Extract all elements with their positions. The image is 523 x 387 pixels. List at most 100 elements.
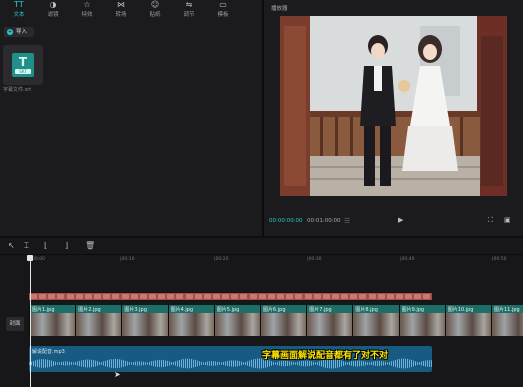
cursor-tool-icon[interactable]: ↖ <box>8 241 15 250</box>
subtitle-clip[interactable] <box>57 294 65 299</box>
subtitle-clip[interactable] <box>185 294 193 299</box>
fit-screen-icon[interactable]: ⛶ <box>488 216 493 225</box>
playhead-handle[interactable] <box>27 255 33 261</box>
subtitle-clip[interactable] <box>386 294 394 299</box>
waveform-bar <box>113 358 114 369</box>
video-track[interactable]: 图片1.jpg 图片2.jpg 图片3.jpg 图片4.jpg 图片5.jpg 图片6.j… <box>29 305 523 336</box>
video-clip[interactable]: 图片5.jpg <box>213 305 262 336</box>
delete-icon[interactable]: 🗑 <box>85 241 95 250</box>
tool-effects[interactable]: ☆ 特效 <box>72 0 102 18</box>
waveform-bar <box>125 360 126 367</box>
subtitle-clip[interactable] <box>158 294 166 299</box>
waveform-bar <box>371 361 372 366</box>
import-button[interactable]: + 导入 <box>4 27 34 37</box>
waveform-bar <box>399 358 400 369</box>
waveform-bar <box>117 358 118 369</box>
trim-right-icon[interactable]: ⌋ <box>65 241 68 250</box>
subtitle-clip[interactable] <box>139 294 147 299</box>
waveform-bar <box>101 362 102 365</box>
trim-left-icon[interactable]: ⌊ <box>44 241 47 250</box>
play-button[interactable]: ▶ <box>398 216 403 224</box>
filter-icon: ◑ <box>49 0 57 9</box>
video-clip[interactable]: 图片7.jpg <box>306 305 355 336</box>
list-icon[interactable]: ☰ <box>344 217 350 225</box>
waveform-bar <box>93 360 94 367</box>
subtitle-clip[interactable] <box>176 294 184 299</box>
tool-transition[interactable]: ⋈ 转场 <box>106 0 136 18</box>
subtitle-track[interactable] <box>29 293 432 300</box>
subtitle-clip[interactable] <box>359 294 367 299</box>
waveform-bar <box>409 359 410 368</box>
subtitle-clip[interactable] <box>75 294 83 299</box>
tool-text[interactable]: TT 文本 <box>4 0 34 18</box>
subtitle-clip[interactable] <box>304 294 312 299</box>
subtitle-clip[interactable] <box>377 294 385 299</box>
tool-template[interactable]: ▭ 模板 <box>208 0 238 18</box>
subtitle-clip[interactable] <box>39 294 47 299</box>
subtitle-clip[interactable] <box>258 294 266 299</box>
tool-filter[interactable]: ◑ 滤镜 <box>38 0 68 18</box>
video-clip[interactable]: 图片6.jpg <box>260 305 309 336</box>
subtitle-clip[interactable] <box>121 294 129 299</box>
video-clip[interactable]: 图片11.jpg <box>491 305 523 336</box>
subtitle-clip[interactable] <box>48 294 56 299</box>
subtitle-clip[interactable] <box>66 294 74 299</box>
subtitle-clip[interactable] <box>130 294 138 299</box>
playhead[interactable] <box>30 255 31 387</box>
video-clip[interactable]: 图片10.jpg <box>444 305 493 336</box>
time-ruler[interactable]: 00:00 |00:10 |00:20 |00:30 |00:40 |00:50 <box>28 255 523 265</box>
subtitle-clip[interactable] <box>368 294 376 299</box>
subtitle-clip[interactable] <box>84 294 92 299</box>
subtitle-clip[interactable] <box>405 294 413 299</box>
subtitle-clip[interactable] <box>396 294 403 299</box>
waveform-bar <box>391 361 392 366</box>
subtitle-clip[interactable] <box>341 294 349 299</box>
subtitle-clip[interactable] <box>267 294 275 299</box>
subtitle-clip[interactable] <box>414 294 422 299</box>
subtitle-clip[interactable] <box>213 294 220 299</box>
video-clip-name: 图片2.jpg <box>78 307 101 313</box>
tool-sticker[interactable]: ☺ 贴纸 <box>140 0 170 18</box>
subtitle-clip[interactable] <box>194 294 202 299</box>
video-clip[interactable]: 图片8.jpg <box>352 305 401 336</box>
subtitle-clip[interactable] <box>231 294 239 299</box>
subtitle-clip[interactable] <box>249 294 257 299</box>
subtitle-clip[interactable] <box>30 294 37 299</box>
subtitle-clip[interactable] <box>103 294 111 299</box>
cover-button[interactable]: 封面 <box>6 317 24 331</box>
waveform-bar <box>357 360 358 367</box>
subtitle-clip[interactable] <box>313 294 321 299</box>
video-clip[interactable]: 图片3.jpg <box>121 305 170 336</box>
video-clip[interactable]: 图片2.jpg <box>75 305 124 336</box>
media-item-srt[interactable]: T SRT <box>3 45 43 85</box>
subtitle-clip[interactable] <box>112 294 120 299</box>
video-clip[interactable]: 图片9.jpg <box>398 305 447 336</box>
subtitle-clip[interactable] <box>423 294 431 299</box>
subtitle-clip[interactable] <box>350 294 358 299</box>
subtitle-clip[interactable] <box>322 294 330 299</box>
waveform-bar <box>199 361 200 366</box>
subtitle-clip[interactable] <box>203 294 211 299</box>
subtitle-clip[interactable] <box>277 294 285 299</box>
waveform-bar <box>383 361 384 366</box>
video-clip[interactable]: 图片4.jpg <box>167 305 216 336</box>
subtitle-clip[interactable] <box>148 294 156 299</box>
waveform-bar <box>309 360 310 367</box>
mouse-cursor-icon: ➤ <box>114 370 121 379</box>
video-clip[interactable]: 图片1.jpg <box>29 305 78 336</box>
tool-adjust[interactable]: ⇋ 调节 <box>174 0 204 18</box>
subtitle-clip[interactable] <box>240 294 248 299</box>
subtitle-clip[interactable] <box>94 294 102 299</box>
split-icon[interactable]: ⌶ <box>24 241 29 251</box>
fullscreen-icon[interactable]: ▣ <box>504 216 511 224</box>
subtitle-clip[interactable] <box>295 294 303 299</box>
waveform-bar <box>173 362 174 365</box>
preview-video[interactable] <box>280 16 507 196</box>
subtitle-clip[interactable] <box>286 294 294 299</box>
subtitle-clip[interactable] <box>331 294 339 299</box>
waveform-bar <box>429 360 430 367</box>
subtitle-clip[interactable] <box>222 294 230 299</box>
waveform-bar <box>119 359 120 368</box>
waveform-bar <box>249 360 250 367</box>
subtitle-clip[interactable] <box>167 294 175 299</box>
